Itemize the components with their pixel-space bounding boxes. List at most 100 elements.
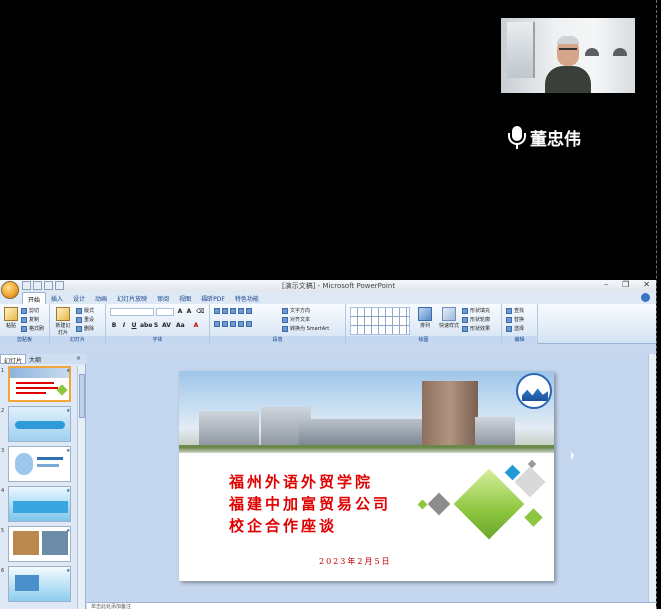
powerpoint-window: [演示文稿] - Microsoft PowerPoint – ❐ ✕ 开始 插…	[0, 280, 656, 609]
thumbnail-scrollbar[interactable]	[77, 366, 85, 609]
layout-button[interactable]: 版式	[76, 307, 94, 314]
slide-thumbnail-1[interactable]	[8, 366, 71, 402]
tab-features[interactable]: 特色功能	[230, 292, 264, 304]
minimize-icon[interactable]: –	[604, 280, 608, 289]
tab-animations[interactable]: 动画	[90, 292, 112, 304]
scrollbar-thumb[interactable]	[79, 374, 85, 418]
change-case-icon[interactable]: Aa	[176, 322, 185, 330]
animation-star-icon: ★	[66, 408, 71, 414]
slide-title-line-2: 福建中加富贸易公司	[229, 495, 392, 513]
tab-outline-pane[interactable]: 大纲	[26, 354, 44, 364]
lamp-shape	[613, 48, 627, 56]
animation-star-icon: ★	[66, 568, 71, 574]
format-painter-button[interactable]: 格式刷	[21, 325, 44, 332]
grow-font-icon[interactable]: A	[176, 308, 184, 316]
help-icon[interactable]	[641, 293, 650, 302]
quick-styles-button[interactable]: 快速样式	[438, 307, 460, 333]
outline-icon	[462, 316, 468, 323]
group-paragraph: 文字方向 对齐文本 转换为 SmartArt 段落	[210, 304, 346, 344]
paste-button[interactable]: 粘贴	[2, 307, 20, 333]
quick-styles-icon	[442, 307, 456, 321]
font-name-combo[interactable]	[110, 308, 154, 316]
video-window	[507, 22, 535, 78]
replace-button[interactable]: 替换	[506, 316, 524, 323]
shape-fill-button[interactable]: 形状填充	[462, 307, 490, 314]
slides-pane: 幻灯片 大纲 × 1 ★ 2 ★ 3 ★ 4 ★ 5 ★ 6 ★	[0, 354, 86, 609]
justify-icon	[238, 320, 244, 327]
undo-icon[interactable]	[33, 281, 42, 290]
brush-icon	[21, 325, 27, 332]
slide-title-line-3: 校企合作座谈	[229, 517, 338, 535]
slide-number: 2	[1, 408, 5, 414]
tab-slides-pane[interactable]: 幻灯片	[0, 354, 27, 365]
customize-icon[interactable]	[55, 281, 64, 290]
slide-thumbnail-5[interactable]	[8, 526, 71, 562]
slide-thumbnail-4[interactable]	[8, 486, 71, 522]
tab-insert[interactable]: 插入	[46, 292, 68, 304]
building-shape	[475, 417, 515, 445]
effects-icon	[462, 325, 468, 332]
underline-icon[interactable]: U	[130, 322, 138, 330]
banner-fade	[179, 447, 554, 455]
smartart-icon	[282, 325, 288, 332]
bold-icon[interactable]: B	[110, 322, 118, 330]
slide-thumbnail-3[interactable]	[8, 446, 71, 482]
redo-icon[interactable]	[44, 281, 53, 290]
arrange-button[interactable]: 排列	[416, 307, 434, 333]
close-icon[interactable]: ✕	[643, 280, 650, 289]
group-label-editing: 编辑	[502, 336, 537, 344]
copy-button[interactable]: 复制	[21, 316, 39, 323]
slide-editing-area[interactable]: 福州外语外贸学院 福建中加富贸易公司 校企合作座谈 2023年2月5日	[87, 354, 656, 602]
select-button[interactable]: 选择	[506, 325, 524, 332]
shrink-font-icon[interactable]: A	[185, 308, 193, 316]
replace-icon	[506, 316, 512, 323]
tab-foxit-pdf[interactable]: 福昕PDF	[196, 292, 230, 304]
italic-icon[interactable]: I	[120, 322, 128, 330]
font-size-combo[interactable]	[156, 308, 174, 316]
group-label-slides: 幻灯片	[50, 336, 105, 344]
smartart-button[interactable]: 转换为 SmartArt	[282, 325, 329, 332]
close-pane-icon[interactable]: ×	[76, 355, 81, 362]
spacing-icon[interactable]: AV	[162, 322, 171, 330]
restore-icon[interactable]: ❐	[622, 280, 629, 289]
notes-pane[interactable]: 单击此处添加备注	[87, 602, 656, 609]
tower-building-shape	[422, 381, 478, 445]
tab-design[interactable]: 设计	[68, 292, 90, 304]
slide-thumbnail-2[interactable]	[8, 406, 71, 442]
animation-star-icon: ★	[66, 488, 71, 494]
building-shape	[199, 411, 259, 445]
tab-review[interactable]: 审阅	[152, 292, 174, 304]
align-text-button[interactable]: 对齐文本	[282, 316, 310, 323]
bullets-icon	[214, 307, 220, 314]
save-icon[interactable]	[22, 281, 31, 290]
office-button[interactable]	[1, 281, 19, 299]
font-color-icon[interactable]: A	[192, 322, 200, 330]
participant-video[interactable]	[501, 18, 635, 93]
binoculars-icon	[506, 307, 512, 314]
slide-thumbnail-6[interactable]	[8, 566, 71, 602]
align-buttons[interactable]	[214, 320, 252, 327]
reset-button[interactable]: 重设	[76, 316, 94, 323]
new-slide-button[interactable]: 新建幻灯片	[54, 307, 72, 336]
pane-tabs: 幻灯片 大纲	[0, 354, 86, 365]
group-label-paragraph: 段落	[210, 336, 345, 344]
current-slide[interactable]: 福州外语外贸学院 福建中加富贸易公司 校企合作座谈 2023年2月5日	[179, 371, 554, 581]
bullets-button[interactable]	[214, 307, 252, 314]
shapes-gallery[interactable]	[350, 307, 410, 335]
tab-slideshow[interactable]: 幻灯片放映	[112, 292, 152, 304]
window-title: [演示文稿] - Microsoft PowerPoint	[282, 282, 396, 290]
tab-home[interactable]: 开始	[22, 292, 47, 304]
tab-view[interactable]: 视图	[174, 292, 196, 304]
slide-area-scrollbar[interactable]	[648, 354, 656, 602]
strikethrough-icon[interactable]: abe	[140, 322, 152, 330]
find-button[interactable]: 查找	[506, 307, 524, 314]
shape-effects-button[interactable]: 形状效果	[462, 325, 490, 332]
shadow-icon[interactable]: S	[152, 322, 160, 330]
cut-button[interactable]: 剪切	[21, 307, 39, 314]
title-bar: [演示文稿] - Microsoft PowerPoint – ❐ ✕	[0, 280, 656, 292]
delete-slide-button[interactable]: 删除	[76, 325, 94, 332]
fill-icon	[462, 307, 468, 314]
text-direction-button[interactable]: 文字方向	[282, 307, 310, 314]
clear-format-icon[interactable]: ⌫	[196, 308, 204, 316]
shape-outline-button[interactable]: 形状轮廓	[462, 316, 490, 323]
